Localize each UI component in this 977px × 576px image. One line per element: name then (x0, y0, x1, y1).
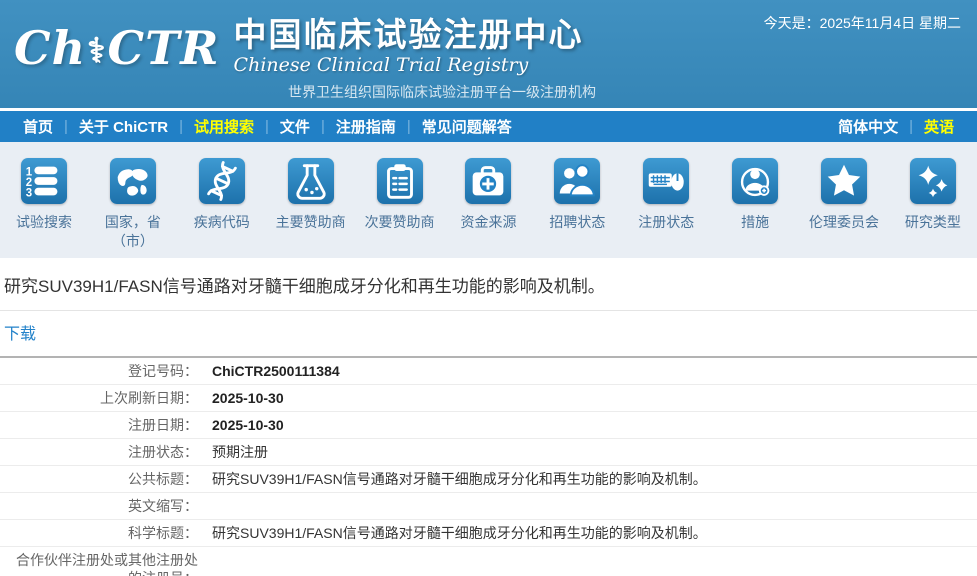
field-label: 合作伙伴注册处或其他注册处的注册号： (0, 551, 204, 576)
download-link[interactable]: 下载 (4, 326, 36, 343)
nav-divider: | (177, 118, 185, 135)
trial-fields-table: 登记号码： ChiCTR2500111384 上次刷新日期： 2025-10-3… (0, 356, 977, 576)
nav-divider: | (907, 118, 915, 135)
field-row-registration-date: 注册日期： 2025-10-30 (0, 412, 977, 439)
field-row-public-title: 公共标题： 研究SUV39H1/FASN信号通路对牙髓干细胞成牙分化和再生功能的… (0, 466, 977, 493)
first-aid-kit-icon (465, 158, 511, 204)
field-label: 科学标题： (0, 524, 204, 542)
logo-text-left: Ch (14, 21, 86, 75)
toolbar-item-study-type[interactable]: 研究类型 (891, 158, 975, 258)
keyboard-mouse-icon (643, 158, 689, 204)
toolbar-item-label: 研究类型 (905, 213, 961, 232)
star-icon (821, 158, 867, 204)
nav-item-english[interactable]: 英语 (915, 116, 963, 137)
toolbar-item-ethics-committee[interactable]: 伦理委员会 (802, 158, 886, 258)
toolbar-item-registration-status[interactable]: 注册状态 (624, 158, 708, 258)
nav-divider: | (405, 118, 413, 135)
toolbar-item-label: 资金来源 (460, 213, 516, 232)
toolbar-item-label: 注册状态 (638, 213, 694, 232)
field-value: 2025-10-30 (204, 389, 977, 407)
nav-item-documents[interactable]: 文件 (271, 116, 319, 137)
toolbar-item-disease-code[interactable]: 疾病代码 (180, 158, 264, 258)
field-row-scientific-title: 科学标题： 研究SUV39H1/FASN信号通路对牙髓干细胞成牙分化和再生功能的… (0, 520, 977, 547)
field-label: 注册状态： (0, 443, 204, 461)
toolbar-item-label: 伦理委员会 (809, 213, 879, 232)
chictr-logo[interactable]: Ch⚕CTR (14, 16, 220, 83)
toolbar-item-label: 试验搜索 (16, 213, 72, 232)
clipboard-checklist-icon (377, 158, 423, 204)
numbered-list-icon: 1 2 3 (21, 158, 67, 204)
who-registry-subtitle: 世界卫生组织国际临床试验注册平台一级注册机构 (288, 82, 596, 102)
field-label: 公共标题： (0, 470, 204, 488)
field-value: 2025-10-30 (204, 416, 977, 434)
logo-text-right: CTR (107, 21, 219, 75)
main-navigation: 首页 | 关于 ChiCTR | 试用搜索 | 文件 | 注册指南 | 常见问题… (0, 111, 977, 142)
field-label: 上次刷新日期： (0, 389, 204, 407)
flask-icon (288, 158, 334, 204)
toolbar-item-label: 招聘状态 (549, 213, 605, 232)
nav-divider: | (62, 118, 70, 135)
svg-text:3: 3 (26, 187, 32, 199)
toolbar-item-trial-search[interactable]: 1 2 3 试验搜索 (2, 158, 86, 258)
toolbar-item-secondary-sponsor[interactable]: 次要赞助商 (358, 158, 442, 258)
world-map-icon (110, 158, 156, 204)
field-row-english-acronym: 英文缩写： (0, 493, 977, 520)
toolbar-item-label: 疾病代码 (194, 213, 250, 232)
nav-divider: | (319, 118, 327, 135)
people-icon (554, 158, 600, 204)
toolbar-item-funding-source[interactable]: 资金来源 (446, 158, 530, 258)
doctor-icon (732, 158, 778, 204)
field-label: 登记号码： (0, 362, 204, 380)
trial-detail-section: 研究SUV39H1/FASN信号通路对牙髓干细胞成牙分化和再生功能的影响及机制。… (0, 258, 977, 576)
site-title-chinese: 中国临床试验注册中心 (234, 16, 584, 54)
field-row-registration-status: 注册状态： 预期注册 (0, 439, 977, 466)
field-label: 注册日期： (0, 416, 204, 434)
toolbar-item-interventions[interactable]: 措施 (713, 158, 797, 258)
nav-item-simplified-chinese[interactable]: 简体中文 (829, 116, 907, 137)
toolbar-item-primary-sponsor[interactable]: 主要赞助商 (269, 158, 353, 258)
field-row-last-refreshed: 上次刷新日期： 2025-10-30 (0, 385, 977, 412)
caduceus-icon: ⚕ (87, 31, 106, 71)
nav-item-registration-guide[interactable]: 注册指南 (327, 116, 405, 137)
field-value: 预期注册 (204, 443, 977, 461)
nav-item-faq[interactable]: 常见问题解答 (413, 116, 521, 137)
nav-divider: | (263, 118, 271, 135)
nav-item-home[interactable]: 首页 (14, 116, 62, 137)
field-row-registration-number: 登记号码： ChiCTR2500111384 (0, 358, 977, 385)
trial-title: 研究SUV39H1/FASN信号通路对牙髓干细胞成牙分化和再生功能的影响及机制。 (0, 258, 977, 310)
toolbar-item-label: 次要赞助商 (365, 213, 435, 232)
field-value: ChiCTR2500111384 (204, 362, 977, 380)
dna-icon (199, 158, 245, 204)
site-title-english: Chinese Clinical Trial Registry (234, 54, 584, 76)
field-value: 研究SUV39H1/FASN信号通路对牙髓干细胞成牙分化和再生功能的影响及机制。 (204, 470, 977, 488)
field-row-partner-registry-number: 合作伙伴注册处或其他注册处的注册号： (0, 547, 977, 576)
current-date: 今天是：2025年11月4日 星期二 (764, 13, 961, 33)
field-value: 研究SUV39H1/FASN信号通路对牙髓干细胞成牙分化和再生功能的影响及机制。 (204, 524, 977, 542)
download-bar: 下载 (0, 311, 977, 356)
toolbar-item-country-province[interactable]: 国家，省 （市） (91, 158, 175, 258)
sparkles-icon (910, 158, 956, 204)
toolbar-item-label: 主要赞助商 (276, 213, 346, 232)
nav-item-about[interactable]: 关于 ChiCTR (70, 116, 177, 137)
nav-item-trial-search[interactable]: 试用搜索 (185, 116, 263, 137)
field-label: 英文缩写： (0, 497, 204, 515)
search-filter-toolbar: 1 2 3 试验搜索 国家，省 （市） (0, 142, 977, 258)
toolbar-item-label: 措施 (741, 213, 769, 232)
toolbar-item-recruitment-status[interactable]: 招聘状态 (535, 158, 619, 258)
toolbar-item-label: 国家，省 （市） (105, 213, 161, 251)
site-header: Ch⚕CTR 中国临床试验注册中心 Chinese Clinical Trial… (0, 0, 977, 108)
